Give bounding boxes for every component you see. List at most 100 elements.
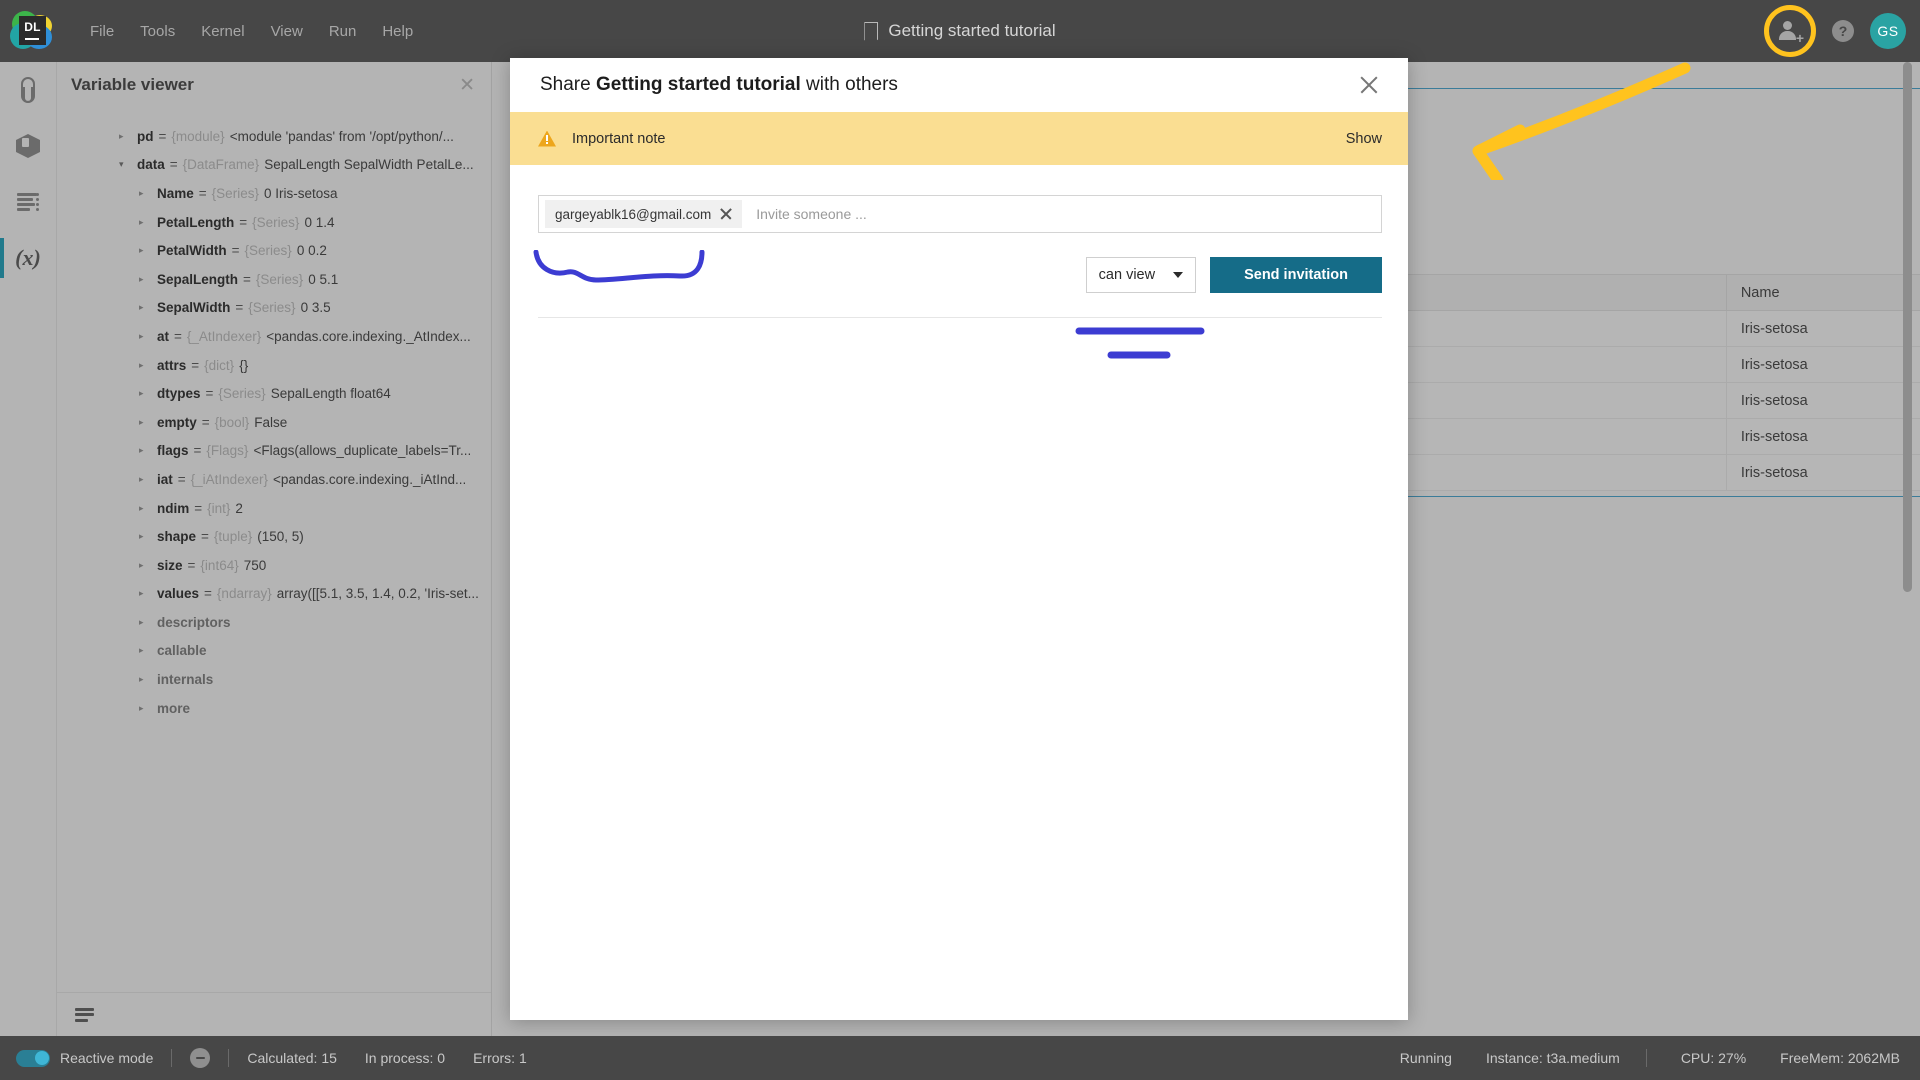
list-item[interactable]: ▸ size = {int64} 750	[57, 551, 491, 580]
list-item[interactable]: ▸ SepalLength = {Series} 0 5.1	[57, 265, 491, 294]
reactive-mode-label: Reactive mode	[60, 1050, 154, 1066]
calculated-count: Calculated: 15	[247, 1050, 337, 1066]
expand-arrow-icon[interactable]: ▸	[139, 617, 151, 627]
rail-item-environment[interactable]	[0, 118, 56, 174]
menu-icon[interactable]	[75, 1007, 94, 1022]
status-left: Reactive mode Calculated: 15 In process:…	[0, 1048, 555, 1068]
rail-item-variables[interactable]: (x)	[0, 230, 56, 286]
list-item[interactable]: ▸ at = {_AtIndexer} <pandas.core.indexing._A…	[57, 322, 491, 351]
title-document-name: Getting started tutorial	[595, 74, 801, 95]
invite-input[interactable]	[742, 206, 1375, 222]
help-icon[interactable]: ?	[1832, 20, 1854, 42]
list-item-group[interactable]: ▸ internals	[57, 665, 491, 694]
expand-arrow-icon[interactable]: ▸	[119, 131, 131, 141]
bookmark-icon[interactable]	[864, 22, 878, 41]
dialog-body: gargeyablk16@gmail.com can view Send inv…	[510, 165, 1408, 318]
variable-viewer-header: Variable viewer ✕	[57, 62, 491, 108]
expand-arrow-icon[interactable]: ▸	[139, 417, 151, 427]
list-item[interactable]: ▸ dtypes = {Series} SepalLength float64	[57, 379, 491, 408]
in-process-count: In process: 0	[364, 1050, 446, 1066]
expand-arrow-icon[interactable]: ▸	[139, 360, 151, 370]
list-item[interactable]: ▸ pd = {module} <module 'pandas' from '/opt/…	[57, 122, 491, 151]
expand-arrow-icon[interactable]: ▸	[139, 303, 151, 312]
errors-count: Errors: 1	[473, 1050, 527, 1066]
list-item[interactable]: ▸ PetalWidth = {Series} 0 0.2	[57, 236, 491, 265]
menu-item-help[interactable]: Help	[370, 17, 425, 46]
document-title: Getting started tutorial	[888, 21, 1056, 40]
collapse-arrow-icon[interactable]: ▾	[119, 160, 131, 169]
chevron-down-icon	[1173, 272, 1184, 278]
list-item[interactable]: ▸ PetalLength = {Series} 0 1.4	[57, 208, 491, 237]
list-item-group[interactable]: ▸ descriptors	[57, 608, 491, 637]
divider	[538, 317, 1382, 318]
expand-arrow-icon[interactable]: ▸	[139, 274, 151, 284]
add-person-icon: +	[1779, 20, 1804, 45]
title-prefix: Share	[540, 74, 596, 95]
divider	[228, 1049, 230, 1067]
expand-arrow-icon[interactable]: ▸	[139, 703, 151, 713]
fx-icon: (x)	[15, 245, 41, 270]
expand-arrow-icon[interactable]: ▸	[139, 246, 151, 255]
send-invitation-button[interactable]: Send invitation	[1210, 257, 1382, 293]
list-item[interactable]: ▸ iat = {_iAtIndexer} <pandas.core.indexing.…	[57, 465, 491, 494]
list-item[interactable]: ▸ ndim = {int} 2	[57, 494, 491, 523]
menu-item-run[interactable]: Run	[317, 17, 369, 46]
list-item[interactable]: ▸ values = {ndarray} array([[5.1, 3.5, 1.4, …	[57, 580, 491, 609]
permission-selected-label: can view	[1098, 267, 1156, 283]
close-icon[interactable]	[1356, 72, 1382, 98]
vertical-scrollbar[interactable]	[1903, 62, 1912, 592]
expand-arrow-icon[interactable]: ▸	[139, 503, 151, 513]
divider	[171, 1049, 173, 1067]
stop-icon[interactable]	[190, 1048, 211, 1068]
expand-arrow-icon[interactable]: ▸	[139, 389, 151, 398]
cell-name: Iris-setosa	[1725, 346, 1920, 383]
rail-item-outline[interactable]	[0, 174, 56, 230]
menu-item-view[interactable]: View	[259, 17, 315, 46]
expand-arrow-icon[interactable]: ▸	[139, 646, 151, 655]
free-memory: FreeMem: 2062MB	[1780, 1050, 1900, 1066]
divider	[1645, 1049, 1647, 1067]
main-menu: File Tools Kernel View Run Help	[78, 17, 425, 46]
share-button[interactable]: +	[1764, 5, 1816, 57]
list-item[interactable]: ▸ Name = {Series} 0 Iris-setosa	[57, 179, 491, 208]
menu-item-tools[interactable]: Tools	[128, 17, 187, 46]
status-right: Running Instance: t3a.medium CPU: 27% Fr…	[1366, 1049, 1920, 1067]
avatar[interactable]: GS	[1870, 13, 1906, 49]
share-dialog: Share Getting started tutorial with othe…	[510, 58, 1408, 1020]
close-icon[interactable]: ✕	[459, 76, 475, 95]
expand-arrow-icon[interactable]: ▸	[139, 560, 151, 570]
expand-arrow-icon[interactable]: ▸	[139, 589, 151, 598]
cpu-usage: CPU: 27%	[1680, 1050, 1747, 1066]
panel-footer	[57, 992, 491, 1036]
list-item[interactable]: ▸ SepalWidth = {Series} 0 3.5	[57, 294, 491, 323]
list-item[interactable]: ▸ flags = {Flags} <Flags(allows_duplicate_la…	[57, 437, 491, 466]
expand-arrow-icon[interactable]: ▸	[139, 217, 151, 227]
rail-item-attachments[interactable]	[0, 62, 56, 118]
cell-name: Iris-setosa	[1725, 310, 1920, 347]
variable-viewer-title: Variable viewer	[71, 75, 194, 94]
expand-arrow-icon[interactable]: ▸	[139, 188, 151, 198]
show-note-link[interactable]: Show	[1346, 131, 1382, 147]
expand-arrow-icon[interactable]: ▸	[139, 331, 151, 341]
invite-field[interactable]: gargeyablk16@gmail.com	[538, 195, 1382, 233]
expand-arrow-icon[interactable]: ▸	[139, 532, 151, 541]
permission-select[interactable]: can view	[1085, 257, 1197, 293]
reactive-mode-toggle[interactable]	[16, 1049, 50, 1067]
package-icon	[16, 134, 40, 158]
email-chip-label: gargeyablk16@gmail.com	[555, 206, 712, 222]
list-item[interactable]: ▾ data = {DataFrame} SepalLength SepalWidth …	[57, 151, 491, 180]
remove-email-icon[interactable]	[719, 207, 733, 221]
list-item-group[interactable]: ▸ more	[57, 694, 491, 723]
list-item[interactable]: ▸ shape = {tuple} (150, 5)	[57, 522, 491, 551]
menu-item-file[interactable]: File	[78, 17, 126, 46]
expand-arrow-icon[interactable]: ▸	[139, 675, 151, 684]
list-item[interactable]: ▸ attrs = {dict}{}	[57, 351, 491, 380]
expand-arrow-icon[interactable]: ▸	[139, 446, 151, 455]
top-bar-actions: + ? GS	[1764, 0, 1906, 62]
list-item[interactable]: ▸ empty = {bool} False	[57, 408, 491, 437]
list-item-group[interactable]: ▸ callable	[57, 637, 491, 666]
expand-arrow-icon[interactable]: ▸	[139, 474, 151, 484]
email-chip: gargeyablk16@gmail.com	[545, 200, 743, 228]
cell-name: Iris-setosa	[1725, 454, 1920, 491]
menu-item-kernel[interactable]: Kernel	[189, 17, 256, 46]
